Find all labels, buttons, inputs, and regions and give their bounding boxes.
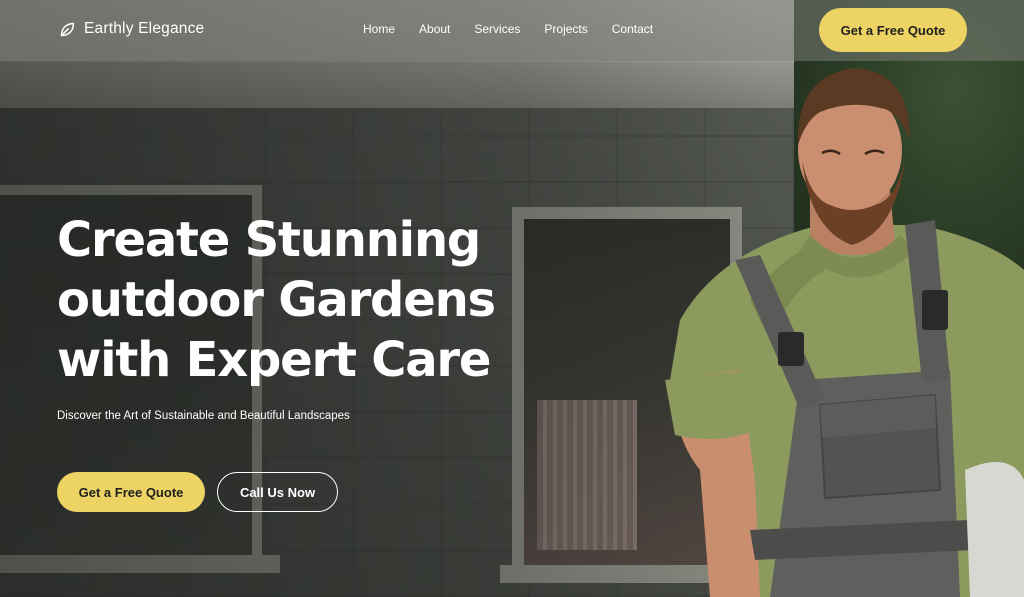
nav-link-about[interactable]: About [419, 22, 450, 36]
brand-name: Earthly Elegance [84, 20, 205, 37]
nav-link-home[interactable]: Home [363, 22, 395, 36]
leaf-icon [59, 21, 76, 38]
nav-menu: Home About Services Projects Contact [363, 22, 653, 36]
nav-link-services[interactable]: Services [474, 22, 520, 36]
hero-headline: Create Stunning outdoor Gardens with Exp… [57, 210, 577, 390]
headline-line-2: outdoor Gardens [57, 272, 496, 328]
headline-line-1: Create Stunning [57, 212, 481, 268]
nav-link-projects[interactable]: Projects [544, 22, 587, 36]
gardener-photo [660, 50, 1024, 597]
hero-section: Earthly Elegance Home About Services Pro… [0, 0, 1024, 597]
nav-link-contact[interactable]: Contact [612, 22, 653, 36]
brand-logo[interactable]: Earthly Elegance [59, 20, 204, 38]
hero-quote-button[interactable]: Get a Free Quote [57, 472, 205, 512]
call-us-button[interactable]: Call Us Now [217, 472, 338, 512]
headline-line-3: with Expert Care [57, 332, 491, 388]
hero-subheadline: Discover the Art of Sustainable and Beau… [57, 410, 350, 422]
nav-quote-button[interactable]: Get a Free Quote [819, 8, 967, 52]
navbar: Earthly Elegance Home About Services Pro… [0, 0, 1024, 61]
